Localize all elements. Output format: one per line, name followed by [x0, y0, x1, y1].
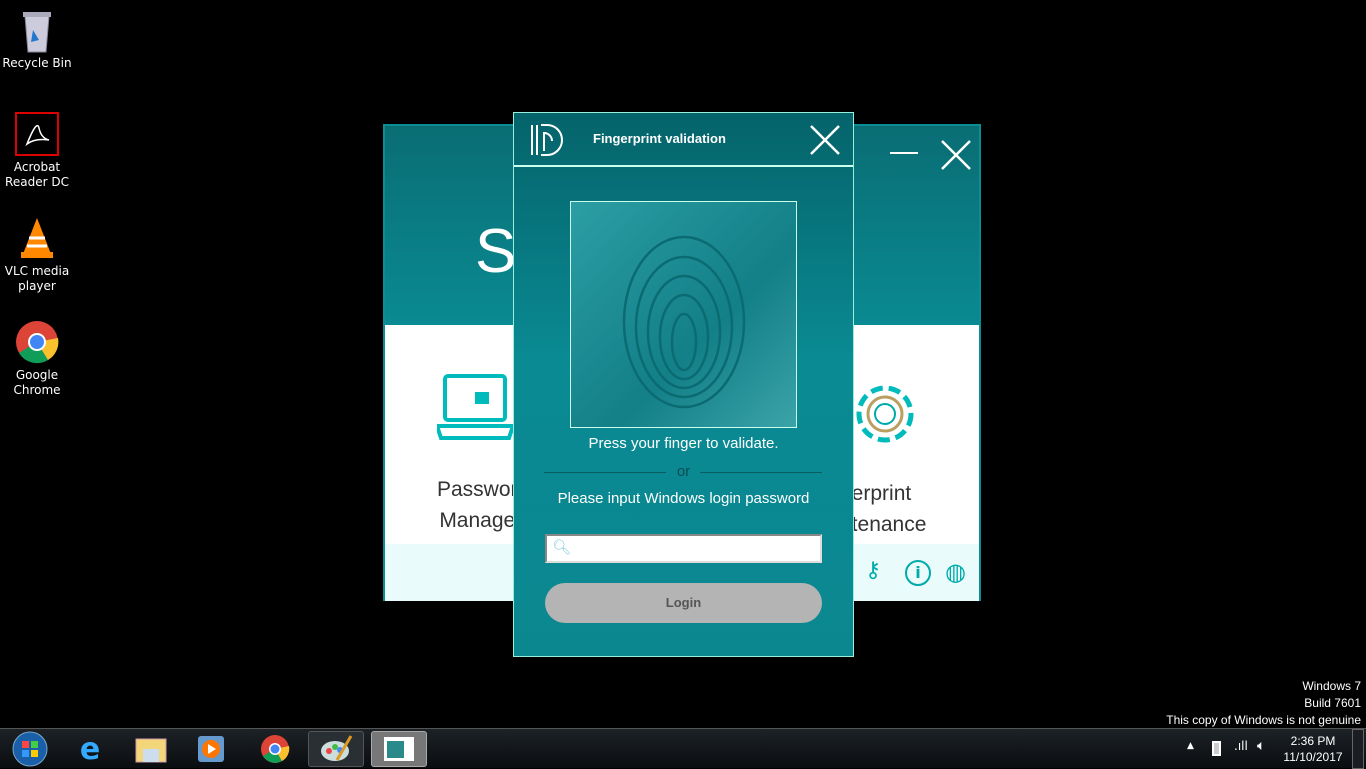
icon-label: VLC media player: [4, 264, 70, 293]
fingerprint-validation-dialog: Fingerprint validation Press your finger…: [513, 112, 854, 657]
or-separator: or: [676, 463, 691, 480]
watermark-line: Build 7601: [1304, 696, 1361, 710]
chrome-icon: [15, 320, 59, 364]
active-window-taskbar-button[interactable]: [371, 731, 427, 767]
clock[interactable]: 2:36 PM 11/10/2017: [1280, 733, 1346, 765]
password-manager-icon[interactable]: [434, 372, 517, 456]
desktop-icon-acrobat[interactable]: Acrobat Reader DC: [2, 112, 72, 190]
icon-label: Google Chrome: [13, 368, 61, 397]
acrobat-icon: [15, 112, 59, 156]
password-input[interactable]: 🔍︎: [545, 534, 822, 563]
password-prompt: Please input Windows login password: [557, 490, 810, 507]
key-icon[interactable]: ⚷: [865, 558, 881, 583]
start-button[interactable]: [2, 731, 58, 767]
close-button[interactable]: [941, 140, 971, 174]
watermark-line: Windows 7: [1302, 679, 1361, 693]
icon-label: Acrobat Reader DC: [5, 160, 69, 189]
dialog-title-bar: Fingerprint validation: [514, 113, 853, 167]
dialog-title: Fingerprint validation: [593, 131, 726, 146]
info-icon[interactable]: i: [905, 560, 931, 586]
network-signal-icon[interactable]: .ıll: [1234, 739, 1248, 753]
media-player-icon[interactable]: [183, 731, 239, 767]
volume-icon[interactable]: 🔈︎: [1257, 738, 1265, 754]
windows-explorer-icon[interactable]: [123, 731, 179, 767]
vlc-icon: [15, 216, 59, 260]
taskbar: e ▲ .ıll 🔈︎ 2:36 PM 11/10/2017: [0, 728, 1366, 769]
icon-label: Recycle Bin: [2, 56, 72, 70]
clock-date: 11/10/2017: [1283, 750, 1343, 764]
fingerprint-scan-area: [570, 201, 797, 428]
fingerprint-instruction: Press your finger to validate.: [588, 435, 779, 452]
show-desktop-button[interactable]: [1352, 729, 1364, 769]
minimize-button[interactable]: [890, 152, 918, 154]
fingerprint-icon: [622, 235, 746, 409]
dialog-close-button[interactable]: [810, 125, 840, 159]
battery-icon[interactable]: [1212, 741, 1221, 756]
key-icon: 🔍︎: [552, 538, 572, 556]
show-hidden-icons-button[interactable]: ▲: [1187, 741, 1194, 751]
desktop-icon-vlc[interactable]: VLC media player: [2, 216, 72, 294]
login-button[interactable]: Login: [545, 583, 822, 623]
desktop-icon-chrome[interactable]: Google Chrome: [2, 320, 72, 398]
recycle-bin-icon: [15, 8, 59, 53]
chrome-taskbar-icon[interactable]: [247, 731, 303, 767]
main-window-title: S: [475, 217, 517, 286]
internet-explorer-icon[interactable]: e: [62, 731, 118, 767]
clock-time: 2:36 PM: [1290, 734, 1336, 748]
feature-password-manager[interactable]: Passwor Manage: [437, 474, 518, 536]
app-logo: [530, 123, 566, 161]
globe-icon[interactable]: ◍: [945, 558, 966, 586]
paint-icon[interactable]: [308, 731, 364, 767]
desktop-icon-recycle-bin[interactable]: Recycle Bin: [2, 8, 72, 71]
watermark-line: This copy of Windows is not genuine: [1166, 713, 1361, 727]
fingerprint-maintenance-icon[interactable]: [851, 374, 919, 462]
